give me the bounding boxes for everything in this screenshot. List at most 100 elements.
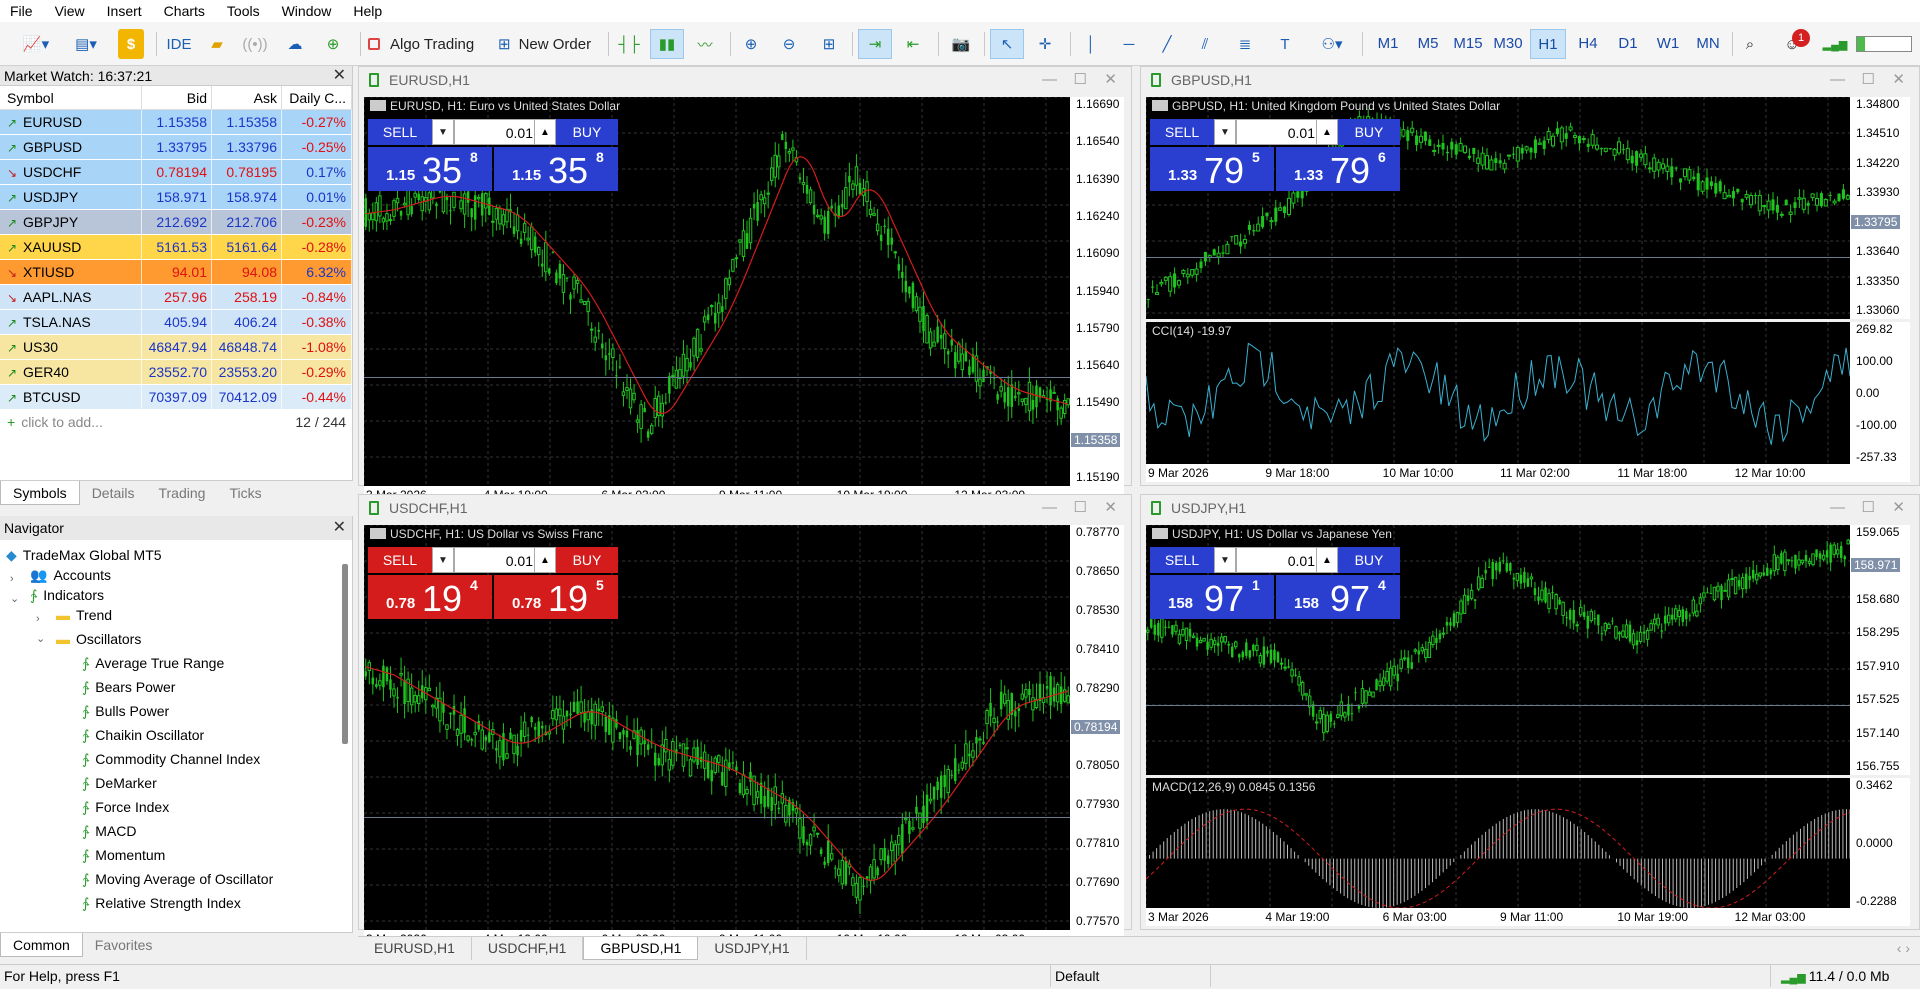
table-row[interactable]: ↘ XTIUSD 94.01 94.08 6.32% xyxy=(0,260,352,285)
buy-button[interactable]: BUY xyxy=(1338,547,1400,573)
lot-increase-icon[interactable]: ▲ xyxy=(1316,119,1338,145)
menu-help[interactable]: Help xyxy=(343,0,394,22)
maximize-icon[interactable]: ☐ xyxy=(1074,495,1087,521)
nav-indicator-item[interactable]: ∱ Moving Average of Oscillator xyxy=(82,868,273,890)
menu-window[interactable]: Window xyxy=(272,0,344,22)
price-chart[interactable]: USDCHF, H1: US Dollar vs Swiss Franc SELL… xyxy=(364,525,1070,930)
nav-indicator-item[interactable]: ∱ Commodity Channel Index xyxy=(82,748,260,770)
lot-size-input[interactable]: 0.01 xyxy=(1236,547,1322,573)
bid-price-box[interactable]: 1.33 79 5 xyxy=(1150,147,1274,191)
menu-tools[interactable]: Tools xyxy=(217,0,272,22)
bid-price-box[interactable]: 0.78 19 4 xyxy=(368,575,492,619)
chevron-right-icon[interactable]: › xyxy=(10,568,14,590)
chart-window[interactable]: EURUSD,H1 — ☐ ✕ EURUSD, H1: Euro vs United S… xyxy=(358,66,1132,504)
chart-window[interactable]: USDCHF,H1 — ☐ ✕ USDCHF, H1: US Dollar vs Swi… xyxy=(358,494,1132,948)
minimize-icon[interactable]: — xyxy=(1042,67,1057,93)
nav-indicator-item[interactable]: ∱ DeMarker xyxy=(82,772,157,794)
minimize-icon[interactable]: — xyxy=(1042,495,1057,521)
close-icon[interactable]: ✕ xyxy=(1892,495,1905,521)
column-header[interactable]: Bid xyxy=(142,85,212,110)
table-row[interactable]: ↗ GBPJPY 212.692 212.706 -0.23% xyxy=(0,210,352,235)
text-icon[interactable]: T xyxy=(1270,29,1300,59)
chart-window[interactable]: GBPUSD,H1 — ☐ ✕ GBPUSD, H1: United Kingdom P… xyxy=(1140,66,1920,486)
buy-button[interactable]: BUY xyxy=(556,547,618,573)
tab-symbols[interactable]: Symbols xyxy=(0,481,80,505)
tab-details[interactable]: Details xyxy=(80,481,147,505)
oscillator-axis[interactable]: 0.3462 0.0000 -0.2288 xyxy=(1850,778,1910,908)
vertical-line-icon[interactable]: │ xyxy=(1076,29,1106,59)
zoom-out-icon[interactable]: ⊖ xyxy=(774,29,804,59)
chart-tab[interactable]: GBPUSD,H1 xyxy=(583,937,699,960)
table-row[interactable]: ↘ AAPL.NAS 257.96 258.19 -0.84% xyxy=(0,285,352,310)
ask-price-box[interactable]: 1.33 79 6 xyxy=(1276,147,1400,191)
nav-indicator-item[interactable]: ∱ Average True Range xyxy=(82,652,224,674)
price-chart[interactable]: EURUSD, H1: Euro vs United States Dollar… xyxy=(364,97,1070,486)
channel-icon[interactable]: ⫽ xyxy=(1190,29,1220,59)
sell-button[interactable]: SELL xyxy=(1150,119,1214,145)
nav-indicator-item[interactable]: ∱ Relative Strength Index xyxy=(82,892,241,914)
close-icon[interactable]: ✕ xyxy=(333,516,346,540)
maximize-icon[interactable]: ☐ xyxy=(1074,67,1087,93)
price-axis[interactable]: 0.78770 0.78650 0.78530 0.78410 0.78290 0.781… xyxy=(1070,525,1124,930)
close-icon[interactable]: ✕ xyxy=(1892,67,1905,93)
oscillator-axis[interactable]: 269.82 100.00 0.00 -100.00 -257.33 xyxy=(1850,322,1910,464)
ask-price-box[interactable]: 158 97 4 xyxy=(1276,575,1400,619)
tab-common[interactable]: Common xyxy=(0,933,83,957)
zoom-in-icon[interactable]: ⊕ xyxy=(736,29,766,59)
fibonacci-icon[interactable]: ≣ xyxy=(1230,29,1260,59)
maximize-icon[interactable]: ☐ xyxy=(1862,495,1875,521)
line-chart-icon[interactable]: 〰 xyxy=(690,29,720,59)
tab-trading[interactable]: Trading xyxy=(146,481,217,505)
horizontal-line-icon[interactable]: ─ xyxy=(1114,29,1144,59)
table-row[interactable]: ↗ TSLA.NAS 405.94 406.24 -0.38% xyxy=(0,310,352,335)
oscillator-chart[interactable]: MACD(12,26,9) 0.0845 0.1356 xyxy=(1146,778,1850,908)
sell-button[interactable]: SELL xyxy=(368,119,432,145)
lot-size-input[interactable]: 0.01 xyxy=(1236,119,1322,145)
sell-button[interactable]: SELL xyxy=(368,547,432,573)
nav-broker[interactable]: ◆ TradeMax Global MT5 xyxy=(6,544,162,566)
time-axis[interactable]: 3 Mar 2026 4 Mar 19:00 6 Mar 03:00 9 Mar 11… xyxy=(1146,908,1910,926)
chart-shift-icon[interactable]: ⇤ xyxy=(898,29,928,59)
ask-price-box[interactable]: 1.15 35 8 xyxy=(494,147,618,191)
cloud-icon[interactable]: ☁ xyxy=(280,29,310,59)
column-header[interactable]: Ask xyxy=(212,85,282,110)
ide-button[interactable]: IDE xyxy=(164,29,194,59)
minimize-icon[interactable]: — xyxy=(1830,495,1845,521)
bid-price-box[interactable]: 1.15 35 8 xyxy=(368,147,492,191)
price-chart[interactable]: USDJPY, H1: US Dollar vs Japanese Yen SEL… xyxy=(1146,525,1850,775)
chart-title-bar[interactable]: GBPUSD,H1 xyxy=(1141,67,1919,93)
lot-decrease-icon[interactable]: ▼ xyxy=(1214,119,1236,145)
tab-scroll-icon[interactable]: ‹ › xyxy=(1887,937,1920,960)
cursor-icon[interactable]: ↖ xyxy=(990,29,1024,59)
chart-title-bar[interactable]: USDJPY,H1 xyxy=(1141,495,1919,521)
table-row[interactable]: ↗ XAUUSD 5161.53 5161.64 -0.28% xyxy=(0,235,352,260)
chevron-right-icon[interactable]: › xyxy=(36,608,40,630)
navigator-scrollbar[interactable] xyxy=(342,564,348,744)
chart-tab[interactable]: USDJPY,H1 xyxy=(698,937,807,960)
tile-windows-icon[interactable]: ⊞ xyxy=(814,29,844,59)
lot-decrease-icon[interactable]: ▼ xyxy=(1214,547,1236,573)
profiles-icon[interactable]: ▤▾ xyxy=(64,29,108,59)
new-order-button[interactable]: ⊞ New Order xyxy=(498,29,600,59)
menu-file[interactable]: File xyxy=(0,0,45,22)
timeframe-m30[interactable]: M30 xyxy=(1490,29,1526,59)
search-icon[interactable]: ⌕ xyxy=(1736,29,1764,59)
nav-indicator-item[interactable]: ∱ MACD xyxy=(82,820,137,842)
lot-size-input[interactable]: 0.01 xyxy=(454,547,540,573)
market-icon[interactable]: $ xyxy=(118,29,144,59)
timeframe-h1[interactable]: H1 xyxy=(1530,29,1566,59)
maximize-icon[interactable]: ☐ xyxy=(1862,67,1875,93)
vps-icon[interactable]: ⊕ xyxy=(318,29,348,59)
close-icon[interactable]: ✕ xyxy=(1104,67,1117,93)
oscillator-chart[interactable]: CCI(14) -19.97 xyxy=(1146,322,1850,464)
candlestick-icon[interactable]: ▮▮ xyxy=(650,29,684,59)
price-axis[interactable]: 159.065 158.971 158.680 158.295 157.910 157.5… xyxy=(1850,525,1910,775)
price-axis[interactable]: 1.16690 1.16540 1.16390 1.16240 1.16090 1.159… xyxy=(1070,97,1124,486)
table-row[interactable]: ↗ EURUSD 1.15358 1.15358 -0.27% xyxy=(0,110,352,135)
timeframe-m15[interactable]: M15 xyxy=(1450,29,1486,59)
table-row[interactable]: ↗ BTCUSD 70397.09 70412.09 -0.44% xyxy=(0,385,352,410)
trendline-icon[interactable]: ╱ xyxy=(1152,29,1182,59)
buy-button[interactable]: BUY xyxy=(556,119,618,145)
nav-oscillators[interactable]: ▬ Oscillators xyxy=(56,628,141,650)
lot-increase-icon[interactable]: ▲ xyxy=(534,119,556,145)
